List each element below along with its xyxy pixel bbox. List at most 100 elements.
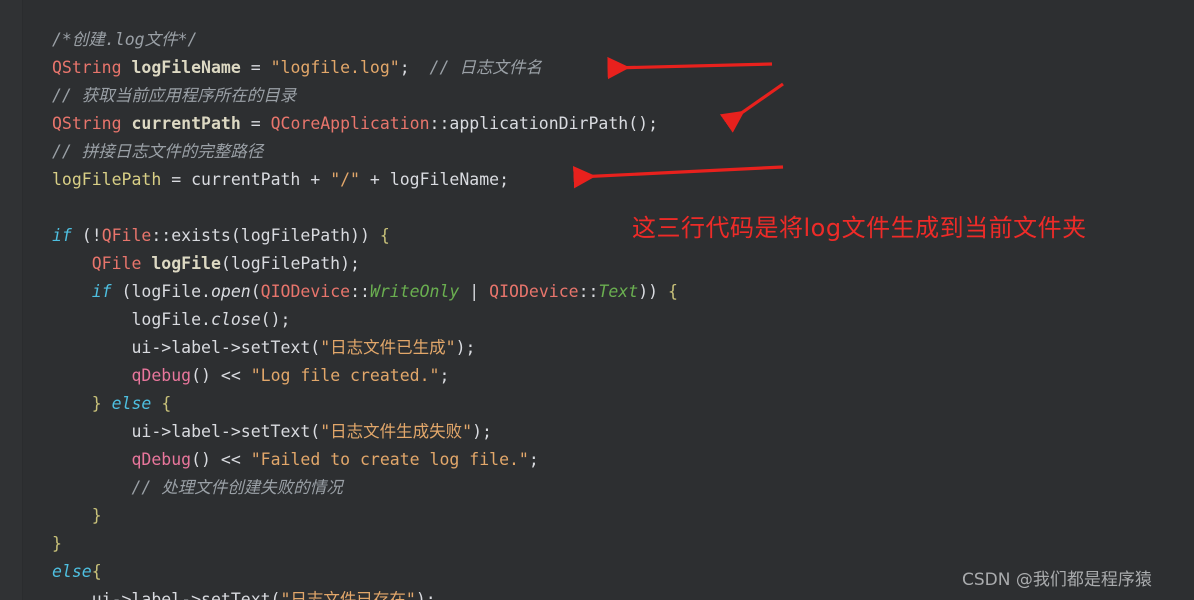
code-line: ui->label->setText("日志文件生成失败");	[52, 418, 1172, 446]
code-token: ;	[439, 366, 450, 385]
code-token: ::	[578, 282, 599, 301]
code-token: ()	[191, 366, 221, 385]
code-block: /*创建.log文件*/ QString logFileName = "logfi…	[52, 26, 1172, 600]
editor-gutter	[0, 0, 23, 600]
code-token: {	[668, 282, 678, 301]
code-token: if	[91, 282, 112, 301]
code-line: QFile logFile(logFilePath);	[52, 250, 1172, 278]
code-token: applicationDirPath	[449, 114, 629, 133]
red-annotation-text: 这三行代码是将log文件生成到当前文件夹	[632, 214, 1087, 242]
code-line: ui->label->setText("日志文件已生成");	[52, 334, 1172, 362]
code-token: "logfile.log"	[270, 58, 400, 77]
code-token: ;	[528, 450, 539, 469]
code-token: +	[300, 170, 331, 189]
code-token: ::	[429, 114, 450, 133]
code-token: }	[91, 394, 102, 413]
code-token: close	[210, 310, 261, 329]
code-token: <<	[220, 450, 251, 469]
code-line: // 拼接日志文件的完整路径	[52, 138, 1172, 166]
code-line: }	[52, 530, 1172, 558]
code-token: |	[459, 282, 490, 301]
code-token: ui->label->setText(	[91, 590, 281, 600]
code-token: {	[91, 562, 102, 581]
code-token: else	[52, 562, 92, 581]
code-line: if (logFile.open(QIODevice::WriteOnly | …	[52, 278, 1172, 306]
code-token: Text	[598, 282, 639, 301]
code-token: logFile.	[131, 310, 211, 329]
code-token: QString	[52, 58, 122, 77]
code-screenshot: /*创建.log文件*/ QString logFileName = "logfi…	[0, 0, 1194, 600]
code-token: ;	[399, 58, 430, 77]
code-token: ();	[260, 310, 291, 329]
code-token: ;	[499, 170, 510, 189]
code-token: ::	[151, 226, 172, 245]
code-token: // 拼接日志文件的完整路径	[52, 142, 264, 161]
code-line: } else {	[52, 390, 1172, 418]
code-token: WriteOnly	[369, 282, 460, 301]
code-token: logFileName	[131, 58, 241, 77]
code-token: QIODevice	[489, 282, 579, 301]
code-token: qDebug	[131, 450, 192, 469]
code-token: ui->label->setText(	[131, 338, 321, 357]
code-token: "Log file created."	[250, 366, 440, 385]
csdn-watermark: CSDN @我们都是程序猿	[962, 570, 1152, 590]
code-token: /*创建.log文件*/	[52, 30, 198, 49]
code-token: }	[52, 534, 62, 553]
code-token: (logFilePath))	[230, 226, 380, 245]
code-token: logFileName	[389, 170, 500, 189]
code-token: "/"	[330, 170, 360, 189]
code-token: "日志文件已存在"	[280, 590, 416, 600]
code-token: ();	[628, 114, 659, 133]
code-token: QCoreApplication	[270, 114, 430, 133]
code-token: ui->label->setText(	[131, 422, 321, 441]
code-token: QString	[52, 114, 122, 133]
code-token: "日志文件已生成"	[320, 338, 456, 357]
code-token: // 获取当前应用程序所在的目录	[52, 86, 297, 105]
code-token: );	[415, 590, 436, 600]
code-token: }	[91, 506, 102, 525]
code-token: QIODevice	[260, 282, 351, 301]
code-line: logFile.close();	[52, 306, 1172, 334]
code-token: (	[250, 282, 261, 301]
code-token: );	[455, 338, 476, 357]
code-token: QFile	[101, 226, 152, 245]
code-line: // 处理文件创建失败的情况	[52, 474, 1172, 502]
code-token: {	[161, 394, 172, 413]
code-line: logFilePath = currentPath + "/" + logFil…	[52, 166, 1172, 194]
code-token: =	[161, 170, 192, 189]
code-token: (!	[71, 226, 102, 245]
code-token: if	[52, 226, 72, 245]
code-token: currentPath	[131, 114, 241, 133]
code-token: =	[240, 114, 271, 133]
code-token: ::	[350, 282, 370, 301]
code-token: <<	[220, 366, 251, 385]
code-token: logFilePath	[52, 170, 162, 189]
code-token: // 处理文件创建失败的情况	[131, 478, 343, 497]
code-line: qDebug() << "Log file created.";	[52, 362, 1172, 390]
code-token: =	[240, 58, 271, 77]
code-token: (logFile.	[111, 282, 211, 301]
code-line: QString currentPath = QCoreApplication::…	[52, 110, 1172, 138]
code-token: qDebug	[131, 366, 192, 385]
code-token: logFile	[151, 254, 221, 273]
code-line: QString logFileName = "logfile.log"; // …	[52, 54, 1172, 82]
code-line: }	[52, 502, 1172, 530]
code-token: ))	[638, 282, 668, 301]
code-token: "Failed to create log file."	[250, 450, 529, 469]
code-line: /*创建.log文件*/	[52, 26, 1172, 54]
code-token: ()	[191, 450, 221, 469]
code-token: open	[210, 282, 251, 301]
code-line: // 获取当前应用程序所在的目录	[52, 82, 1172, 110]
code-token: +	[360, 170, 390, 189]
code-token: );	[472, 422, 492, 441]
code-token: // 日志文件名	[429, 58, 542, 77]
code-token: (logFilePath);	[220, 254, 360, 273]
code-token: currentPath	[191, 170, 301, 189]
code-token: "日志文件生成失败"	[320, 422, 473, 441]
code-token: exists	[171, 226, 231, 245]
